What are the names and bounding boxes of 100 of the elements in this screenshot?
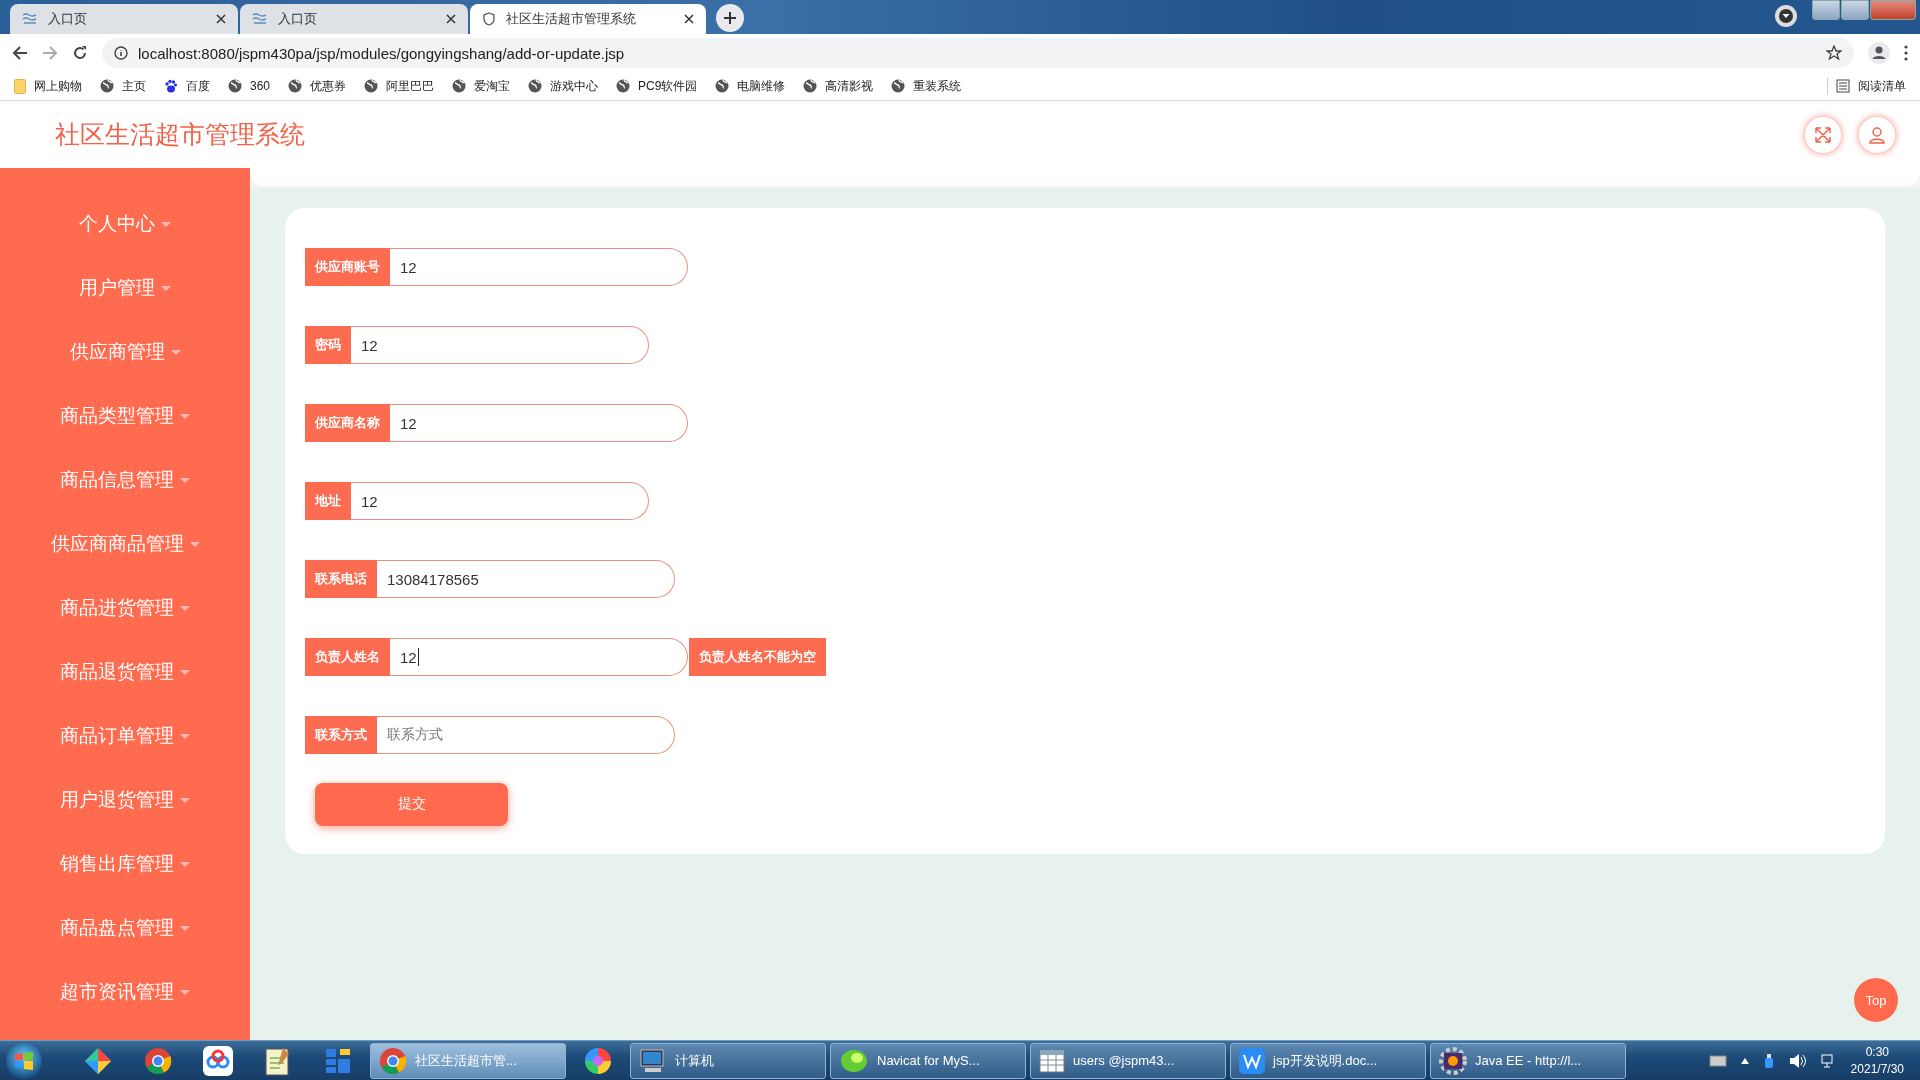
tab-title: 入口页 — [48, 10, 88, 28]
browser-icon — [144, 1046, 172, 1075]
shield-icon — [482, 12, 496, 26]
windows-logo-icon — [14, 1050, 34, 1071]
caret-icon — [161, 285, 171, 291]
taskbar-button[interactable]: Navicat for MyS... — [830, 1042, 1026, 1079]
close-icon[interactable] — [446, 14, 456, 24]
caret-icon — [180, 669, 190, 675]
globe-icon — [364, 79, 379, 93]
input-field[interactable]: 12 — [390, 404, 688, 442]
bookmark-link[interactable]: 重装系统 — [891, 77, 962, 95]
field-label: 供应商账号 — [305, 248, 390, 286]
field-label: 密码 — [305, 326, 351, 364]
bookmark-link[interactable]: PC9软件园 — [616, 77, 698, 95]
diamond-icon — [83, 1045, 113, 1076]
input-field[interactable]: 12 — [351, 482, 649, 520]
caret-icon — [180, 605, 190, 611]
globe-icon — [528, 79, 543, 93]
tab-title: 入口页 — [278, 10, 318, 28]
info-icon — [114, 46, 128, 60]
pinwheel-icon — [583, 1045, 613, 1076]
clock-date: 2021/7/30 — [1850, 1060, 1904, 1078]
close-icon[interactable] — [216, 14, 226, 24]
caret-icon — [180, 797, 190, 803]
input-field[interactable]: 12 — [351, 326, 649, 364]
caret-icon — [161, 221, 171, 227]
page-icon — [22, 13, 38, 25]
menu-icon[interactable] — [1904, 45, 1908, 61]
star-icon[interactable] — [1826, 45, 1842, 61]
profile-icon[interactable] — [1868, 42, 1890, 64]
browser-tab[interactable]: 入口页 — [240, 4, 468, 34]
field-label: 联系电话 — [305, 560, 377, 598]
folder-icon — [14, 78, 26, 94]
paw-icon — [164, 79, 178, 93]
list-icon — [1836, 79, 1850, 93]
input-field[interactable]: 12 — [390, 248, 688, 286]
usb-icon[interactable] — [1762, 1052, 1775, 1069]
grid-icon — [324, 1046, 352, 1075]
fullscreen-button[interactable] — [1804, 115, 1842, 154]
input-field[interactable]: 12 — [390, 638, 688, 676]
bookmark-link[interactable]: 阿里巴巴 — [364, 77, 435, 95]
computer-icon — [639, 1047, 667, 1074]
new-tab-button[interactable] — [716, 4, 744, 32]
error-message: 负责人姓名不能为空 — [689, 638, 826, 676]
caret-icon — [180, 413, 190, 419]
field-label: 供应商名称 — [305, 404, 390, 442]
page-icon — [252, 13, 268, 25]
bookmark-link[interactable]: 网上购物 — [14, 77, 82, 95]
browser-tab[interactable]: 入口页 — [10, 4, 238, 34]
app-title: 社区生活超市管理系统 — [55, 119, 306, 150]
back-icon[interactable] — [12, 45, 28, 61]
w-logo-icon — [1239, 1047, 1265, 1074]
up-arrow-icon[interactable] — [1740, 1057, 1749, 1064]
taskbar-button[interactable]: users @jspm43... — [1030, 1042, 1226, 1079]
taskbar-button[interactable]: jsp开发说明.doc... — [1230, 1042, 1426, 1079]
globe-icon — [803, 79, 818, 93]
globe-icon — [100, 79, 114, 93]
person-icon — [1868, 125, 1886, 144]
bookmark-link[interactable]: 高清影视 — [803, 77, 874, 95]
browser-tab[interactable]: 社区生活超市管理系统 — [470, 4, 706, 34]
bookmark-link[interactable]: 主页 — [100, 77, 146, 95]
bookmark-link[interactable]: 百度 — [164, 77, 210, 95]
plus-icon — [723, 11, 737, 25]
bookmark-link[interactable]: 电脑维修 — [715, 77, 786, 95]
url-text: localhost:8080/jspm430pa/jsp/modules/gongyingshang/add-or-update.jsp — [138, 44, 625, 62]
close-icon[interactable] — [684, 14, 694, 24]
globe-icon — [891, 79, 906, 93]
globe-icon — [616, 79, 631, 93]
start-button[interactable] — [6, 1042, 42, 1079]
keyboard-icon[interactable] — [1708, 1054, 1727, 1067]
table-icon — [1039, 1048, 1065, 1073]
reload-icon[interactable] — [72, 45, 88, 61]
tab-title: 社区生活超市管理系统 — [506, 10, 637, 28]
caret-icon — [180, 861, 190, 867]
reading-list-button[interactable]: 阅读清单 — [1827, 77, 1906, 95]
caret-icon — [189, 541, 200, 547]
bookmark-link[interactable]: 优惠券 — [288, 77, 347, 95]
caret-icon — [170, 349, 181, 355]
bookmark-link[interactable]: 爱淘宝 — [452, 77, 511, 95]
dropdown-icon[interactable] — [1774, 4, 1798, 28]
clock-time: 0:30 — [1865, 1043, 1889, 1061]
taskbar-button[interactable]: 计算机 — [630, 1042, 826, 1079]
caret-icon — [180, 733, 190, 739]
speaker-icon[interactable] — [1788, 1052, 1807, 1069]
gear-icon — [1439, 1046, 1467, 1075]
address-bar[interactable]: localhost:8080/jspm430pa/jsp/modules/gongyingshang/add-or-update.jsp — [102, 38, 1854, 68]
field-label: 地址 — [305, 482, 351, 520]
caret-icon — [180, 989, 190, 995]
field-label: 负责人姓名 — [305, 638, 390, 676]
globe-icon — [715, 79, 730, 93]
bookmark-link[interactable]: 360 — [228, 79, 271, 93]
expand-icon — [1814, 125, 1832, 144]
bookmark-link[interactable]: 游戏中心 — [528, 77, 599, 95]
globe-icon — [288, 79, 303, 93]
globe-icon — [228, 79, 242, 93]
notepad-icon — [265, 1045, 291, 1076]
taskbar-button[interactable]: Java EE - http://l... — [1430, 1042, 1626, 1079]
input-field[interactable]: 联系方式 — [377, 716, 675, 754]
user-button[interactable] — [1858, 115, 1896, 154]
input-field[interactable]: 13084178565 — [377, 560, 675, 598]
